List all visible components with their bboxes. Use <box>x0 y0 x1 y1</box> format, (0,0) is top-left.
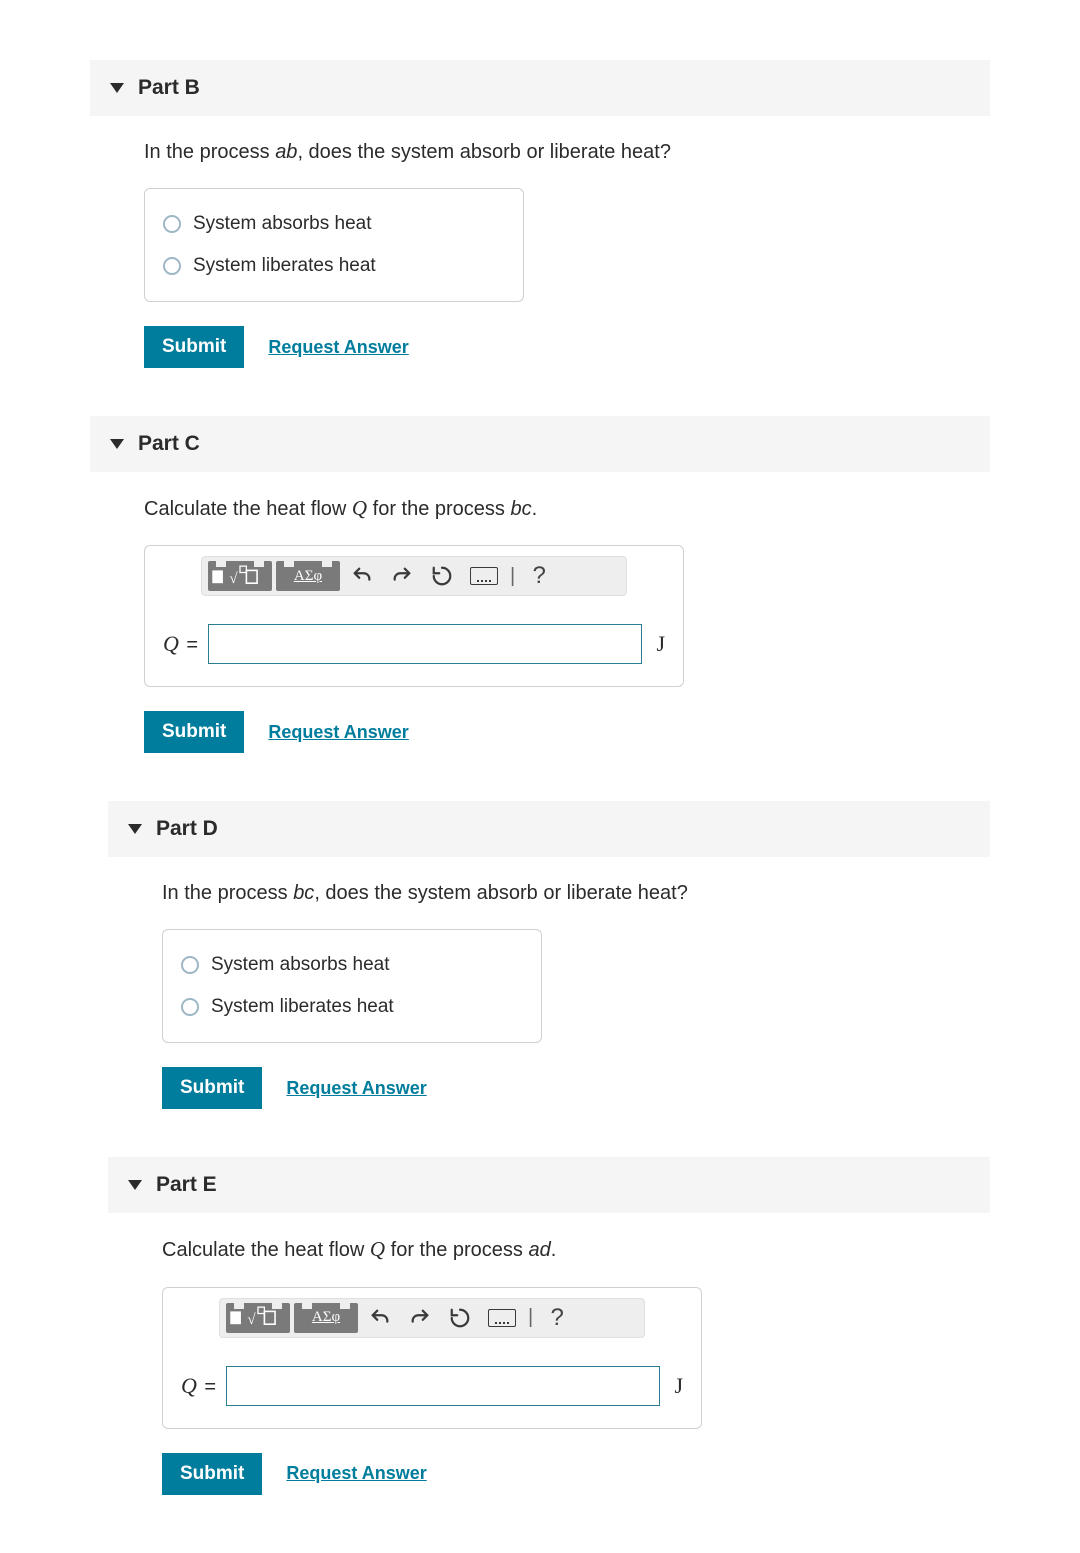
greek-button[interactable]: ΑΣφ <box>294 1303 358 1333</box>
choice-label: System absorbs heat <box>193 213 371 235</box>
separator: | <box>508 565 517 588</box>
equation-toolbar: √ ΑΣφ <box>201 556 627 596</box>
undo-icon[interactable] <box>362 1303 398 1333</box>
part-d-header[interactable]: Part D <box>108 801 990 857</box>
reset-icon[interactable] <box>442 1303 478 1333</box>
request-answer-link[interactable]: Request Answer <box>268 337 408 358</box>
radio-icon[interactable] <box>181 956 199 974</box>
svg-text:√: √ <box>229 571 238 587</box>
help-icon[interactable]: ? <box>539 1303 575 1333</box>
part-c-title: Part C <box>138 432 200 456</box>
part-e-title: Part E <box>156 1173 217 1197</box>
answer-input[interactable] <box>226 1366 660 1406</box>
greek-button[interactable]: ΑΣφ <box>276 561 340 591</box>
part-c-prompt: Calculate the heat flow Q for the proces… <box>144 494 936 523</box>
part-e-prompt: Calculate the heat flow Q for the proces… <box>162 1235 954 1264</box>
chevron-down-icon <box>128 1180 142 1190</box>
templates-button[interactable]: √ <box>226 1303 290 1333</box>
chevron-down-icon <box>128 824 142 834</box>
submit-button[interactable]: Submit <box>144 711 244 753</box>
radio-icon[interactable] <box>163 257 181 275</box>
choice-option[interactable]: System liberates heat <box>181 986 523 1028</box>
submit-button[interactable]: Submit <box>144 326 244 368</box>
separator: | <box>526 1306 535 1329</box>
choice-label: System liberates heat <box>193 255 376 277</box>
unit-label: J <box>652 631 665 657</box>
part-e-header[interactable]: Part E <box>108 1157 990 1213</box>
keyboard-icon[interactable] <box>482 1303 522 1333</box>
submit-button[interactable]: Submit <box>162 1067 262 1109</box>
part-d-prompt: In the process bc, does the system absor… <box>162 879 954 907</box>
radio-icon[interactable] <box>163 215 181 233</box>
reset-icon[interactable] <box>424 561 460 591</box>
part-c-input-panel: √ ΑΣφ <box>144 545 684 687</box>
part-c-header[interactable]: Part C <box>90 416 990 472</box>
radio-icon[interactable] <box>181 998 199 1016</box>
svg-text:√: √ <box>247 1312 256 1328</box>
choice-option[interactable]: System liberates heat <box>163 245 505 287</box>
variable-label: Q = <box>181 1373 216 1399</box>
request-answer-link[interactable]: Request Answer <box>286 1463 426 1484</box>
choice-option[interactable]: System absorbs heat <box>181 944 523 986</box>
help-icon[interactable]: ? <box>521 561 557 591</box>
undo-icon[interactable] <box>344 561 380 591</box>
choice-label: System liberates heat <box>211 996 394 1018</box>
keyboard-icon[interactable] <box>464 561 504 591</box>
part-b-header[interactable]: Part B <box>90 60 990 116</box>
chevron-down-icon <box>110 83 124 93</box>
part-e-input-panel: √ ΑΣφ <box>162 1287 702 1429</box>
redo-icon[interactable] <box>384 561 420 591</box>
part-d-title: Part D <box>156 817 218 841</box>
part-b-choices: System absorbs heat System liberates hea… <box>144 188 524 302</box>
choice-label: System absorbs heat <box>211 954 389 976</box>
unit-label: J <box>670 1373 683 1399</box>
submit-button[interactable]: Submit <box>162 1453 262 1495</box>
equation-toolbar: √ ΑΣφ <box>219 1298 645 1338</box>
templates-button[interactable]: √ <box>208 561 272 591</box>
part-d-choices: System absorbs heat System liberates hea… <box>162 929 542 1043</box>
variable-label: Q = <box>163 631 198 657</box>
choice-option[interactable]: System absorbs heat <box>163 203 505 245</box>
chevron-down-icon <box>110 439 124 449</box>
redo-icon[interactable] <box>402 1303 438 1333</box>
part-b-title: Part B <box>138 76 200 100</box>
request-answer-link[interactable]: Request Answer <box>268 722 408 743</box>
answer-input[interactable] <box>208 624 642 664</box>
request-answer-link[interactable]: Request Answer <box>286 1078 426 1099</box>
part-b-prompt: In the process ab, does the system absor… <box>144 138 936 166</box>
